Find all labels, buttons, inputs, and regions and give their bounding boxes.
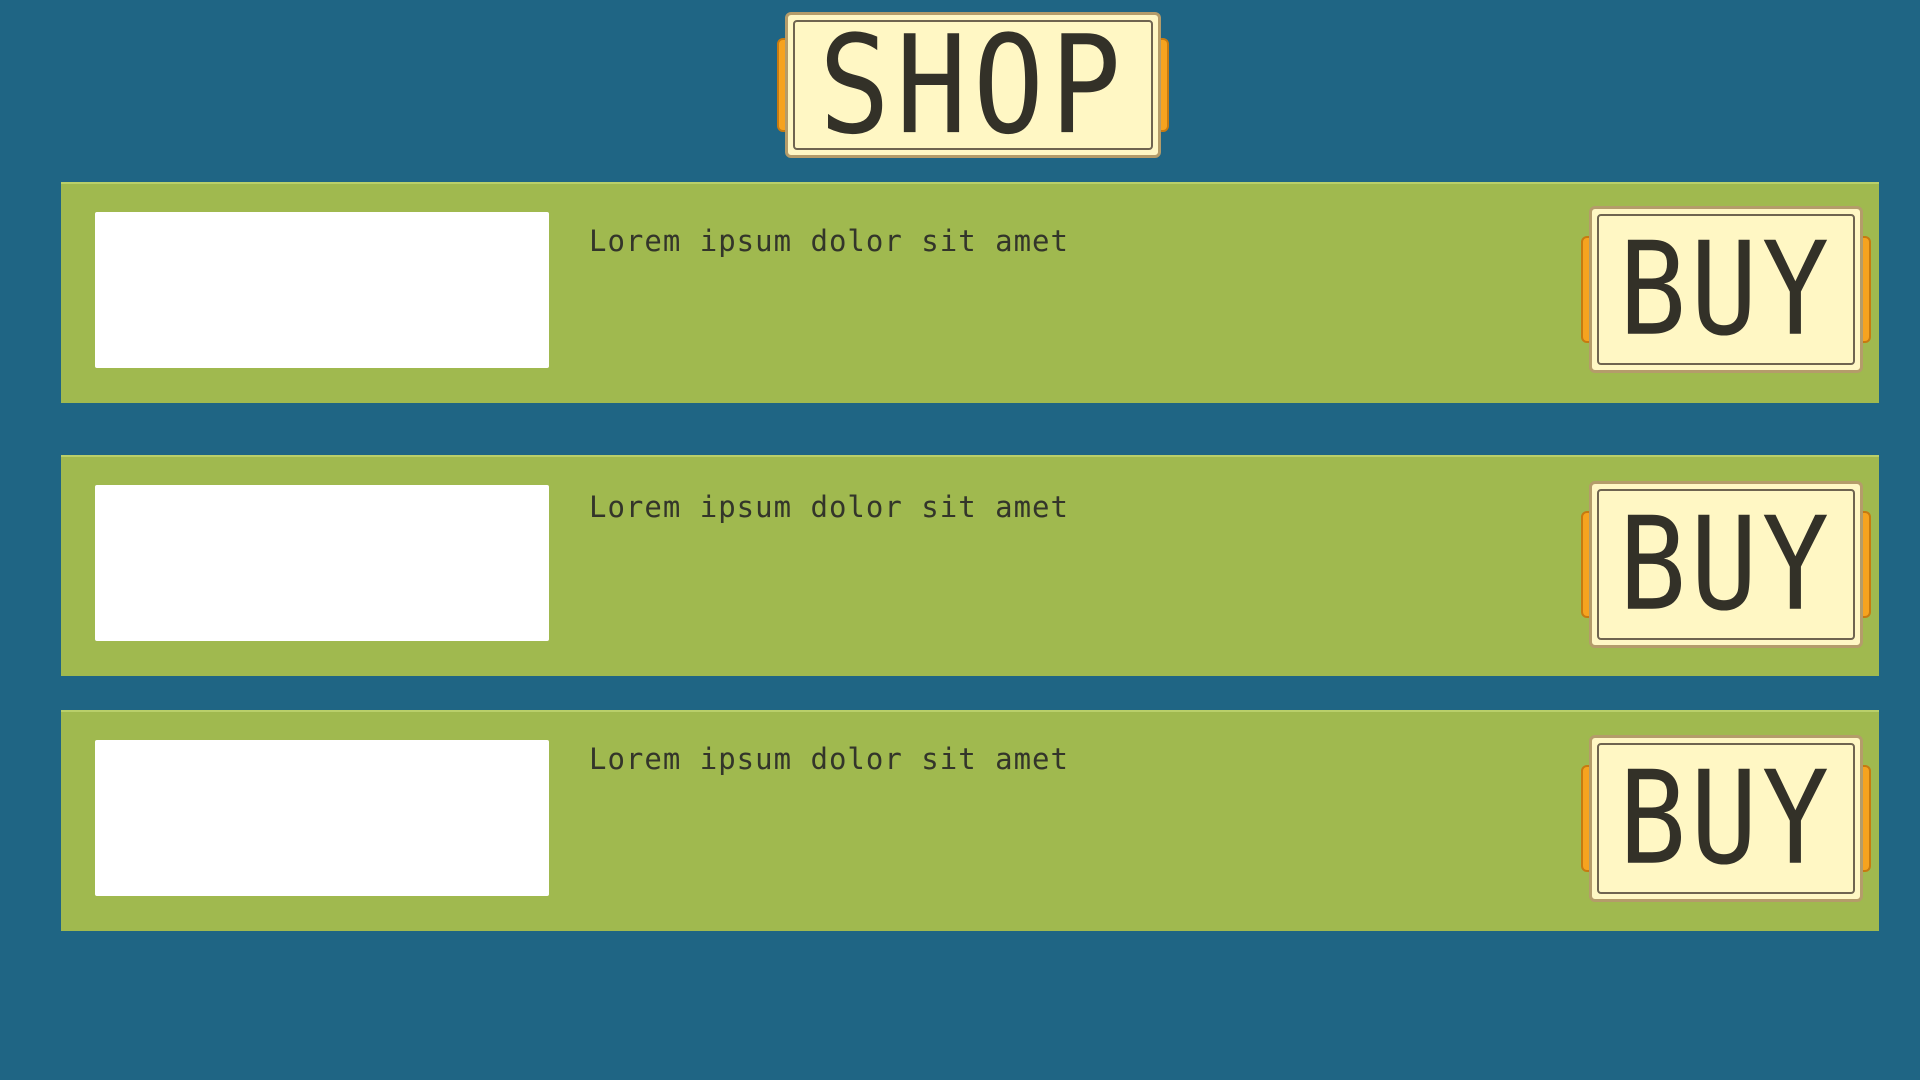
button-frame: BUY: [1589, 206, 1863, 373]
shop-item-row: Lorem ipsum dolor sit amet BUY: [61, 182, 1879, 403]
buy-button-label: BUY: [1618, 214, 1834, 365]
item-image-placeholder: [95, 485, 549, 641]
buy-button[interactable]: BUY: [1581, 206, 1871, 373]
item-description: Lorem ipsum dolor sit amet: [589, 224, 1069, 258]
plaque-inner-frame: SHOP: [793, 5, 1153, 165]
buy-button-label: BUY: [1618, 489, 1834, 640]
buy-button-label: BUY: [1618, 743, 1834, 894]
button-inner-frame: BUY: [1597, 489, 1855, 640]
button-inner-frame: BUY: [1597, 214, 1855, 365]
buy-button[interactable]: BUY: [1581, 735, 1871, 902]
button-frame: BUY: [1589, 481, 1863, 648]
shop-title-plaque: SHOP: [777, 12, 1169, 158]
shop-item-row: Lorem ipsum dolor sit amet BUY: [61, 710, 1879, 931]
item-description: Lorem ipsum dolor sit amet: [589, 490, 1069, 524]
button-frame: BUY: [1589, 735, 1863, 902]
button-inner-frame: BUY: [1597, 743, 1855, 894]
page-title: SHOP: [818, 5, 1128, 165]
item-image-placeholder: [95, 212, 549, 368]
buy-button[interactable]: BUY: [1581, 481, 1871, 648]
shop-item-row: Lorem ipsum dolor sit amet BUY: [61, 455, 1879, 676]
item-image-placeholder: [95, 740, 549, 896]
plaque-frame: SHOP: [785, 12, 1161, 158]
item-description: Lorem ipsum dolor sit amet: [589, 742, 1069, 776]
